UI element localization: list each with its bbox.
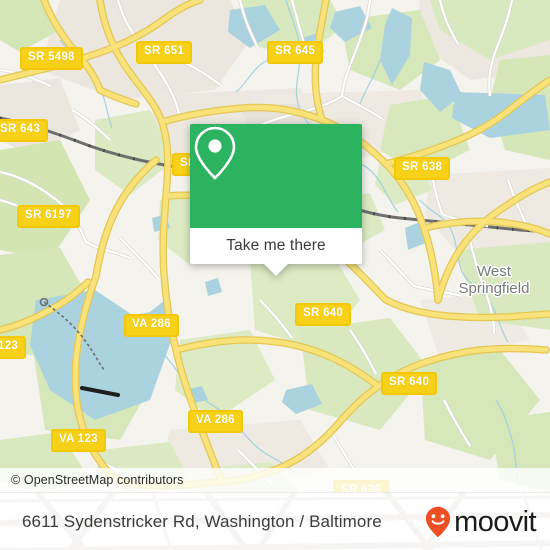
road-shield-sr643[interactable]: SR 643	[0, 119, 49, 142]
popup-header	[190, 124, 362, 228]
popup-pointer	[264, 264, 288, 276]
map-canvas[interactable]: SR 5498 SR 651 SR 645 SR 643 SR 6197 SR …	[0, 0, 550, 492]
road-shield-sr651[interactable]: SR 651	[136, 41, 193, 64]
moovit-wordmark: moovit	[454, 505, 536, 538]
road-shield-va286-lower[interactable]: VA 286	[188, 410, 243, 433]
road-shield-sr638[interactable]: SR 638	[394, 157, 451, 180]
road-shield-sr640-upper[interactable]: SR 640	[295, 303, 352, 326]
road-shield-sr5498[interactable]: SR 5498	[20, 47, 83, 70]
location-popup[interactable]: Take me there	[190, 124, 362, 276]
map-screenshot: SR 5498 SR 651 SR 645 SR 643 SR 6197 SR …	[0, 0, 550, 550]
take-me-there-button[interactable]: Take me there	[190, 228, 362, 264]
take-me-there-label: Take me there	[226, 237, 326, 254]
map-attribution[interactable]: © OpenStreetMap contributors	[0, 468, 550, 492]
attribution-text: © OpenStreetMap contributors	[11, 473, 184, 487]
road-shield-sr6197[interactable]: SR 6197	[17, 205, 80, 228]
address-label: 6611 Sydenstricker Rd, Washington / Balt…	[22, 512, 382, 531]
road-shield-123[interactable]: 123	[0, 336, 27, 359]
road-shield-sr640-lower[interactable]: SR 640	[381, 372, 438, 395]
map-pin-icon	[194, 126, 236, 180]
road-shield-va286-upper[interactable]: VA 286	[124, 314, 179, 337]
road-shield-sr645[interactable]: SR 645	[267, 41, 324, 64]
place-label-west-springfield: West Springfield	[458, 263, 530, 297]
road-shield-va123[interactable]: VA 123	[51, 429, 106, 452]
moovit-pin-icon	[426, 506, 451, 538]
moovit-logo[interactable]: moovit	[425, 506, 550, 538]
footer-bar: 6611 Sydenstricker Rd, Washington / Balt…	[0, 492, 550, 550]
